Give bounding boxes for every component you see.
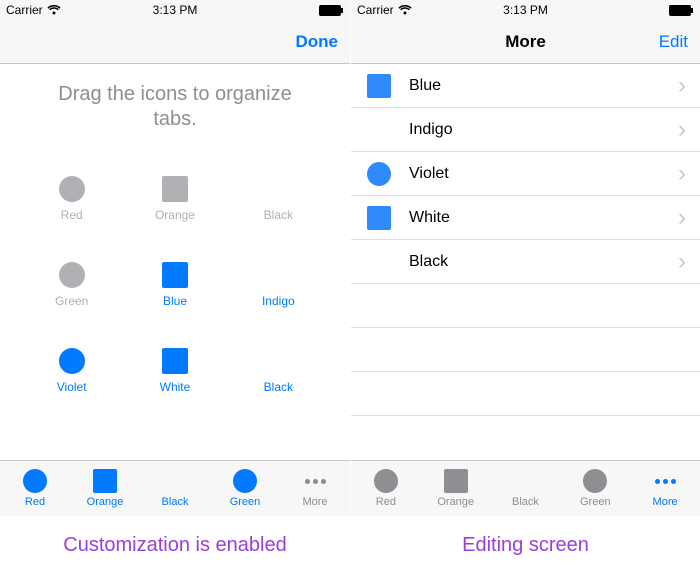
list-item-label: White [409, 209, 450, 227]
list-item-violet[interactable]: Violet › [351, 152, 700, 196]
phone-left: Carrier 3:13 PM Done Drag the icons to o… [0, 0, 350, 516]
tab-red[interactable]: Red [351, 461, 421, 516]
left-panel: Carrier 3:13 PM Done Drag the icons to o… [0, 0, 350, 563]
grid-item-white[interactable]: White [123, 328, 226, 414]
status-bar: Carrier 3:13 PM [351, 0, 700, 20]
grid-item-violet[interactable]: Violet [20, 328, 123, 414]
list-item-label: Black [409, 253, 448, 271]
grid-item-red[interactable]: Red [20, 156, 123, 242]
tab-green[interactable]: Green [210, 461, 280, 516]
chevron-right-icon: › [678, 72, 686, 100]
done-button[interactable]: Done [296, 32, 339, 52]
list-item-white[interactable]: White › [351, 196, 700, 240]
tab-label: Green [580, 496, 611, 508]
caption-left: Customization is enabled [0, 534, 350, 557]
battery-icon [319, 5, 344, 16]
caption-right: Editing screen [351, 534, 700, 557]
grid-item-label: Red [61, 208, 83, 222]
tab-orange[interactable]: Orange [421, 461, 491, 516]
grid-item-label: Violet [57, 380, 87, 394]
tab-label: More [653, 496, 678, 508]
grid-item-label: Blue [163, 294, 187, 308]
chevron-right-icon: › [678, 116, 686, 144]
grid-item-label: Black [264, 380, 293, 394]
tab-label: Red [376, 496, 396, 508]
phone-right: Carrier 3:13 PM More Edit Blue›Indigo›Vi… [351, 0, 700, 516]
tab-bar: Red Orange Black Green More [351, 460, 700, 516]
list-item-label: Indigo [409, 121, 453, 139]
list-item-label: Violet [409, 165, 449, 183]
more-icon [305, 469, 326, 493]
grid-item-black[interactable]: Black [227, 156, 330, 242]
circle-icon [367, 162, 391, 186]
list-item-blue[interactable]: Blue › [351, 64, 700, 108]
grid-item-label: Indigo [262, 294, 295, 308]
grid-item-green[interactable]: Green [20, 242, 123, 328]
tab-red[interactable]: Red [0, 461, 70, 516]
list-item-black[interactable]: Black › [351, 240, 700, 284]
instruction-text: Drag the icons to organize tabs. [0, 64, 350, 156]
square-icon [367, 206, 391, 230]
grid-item-label: White [160, 380, 191, 394]
edit-button[interactable]: Edit [659, 32, 688, 52]
square-icon [367, 74, 391, 98]
chevron-right-icon: › [678, 160, 686, 188]
grid-item-label: Black [264, 208, 293, 222]
tab-label: Orange [437, 496, 474, 508]
tab-label: Red [25, 496, 45, 508]
more-list: Blue › Indigo › Violet › White › Black › [351, 64, 700, 460]
battery-icon [669, 5, 694, 16]
tab-label: Orange [87, 496, 124, 508]
chevron-right-icon: › [678, 248, 686, 276]
nav-bar: Done [0, 20, 350, 64]
list-item-label: Blue [409, 77, 441, 95]
wifi-icon [398, 5, 412, 15]
more-icon [655, 469, 676, 493]
grid-item-indigo[interactable]: Indigo [227, 242, 330, 328]
tab-label: Black [162, 496, 189, 508]
tab-label: Black [512, 496, 539, 508]
tab-green[interactable]: Green [560, 461, 630, 516]
grid-item-label: Orange [155, 208, 195, 222]
empty-row [351, 284, 700, 328]
nav-bar: More Edit [351, 20, 700, 64]
tab-bar: Red Orange Black Green More [0, 460, 350, 516]
right-panel: Carrier 3:13 PM More Edit Blue›Indigo›Vi… [350, 0, 700, 563]
tab-more[interactable]: More [630, 461, 700, 516]
grid-item-label: Green [55, 294, 88, 308]
list-item-indigo[interactable]: Indigo › [351, 108, 700, 152]
carrier-label: Carrier [357, 3, 394, 17]
icon-grid: Red Orange Black Green Blue Indigo Violet White… [0, 156, 350, 460]
tab-more[interactable]: More [280, 461, 350, 516]
status-bar: Carrier 3:13 PM [0, 0, 350, 20]
grid-item-black[interactable]: Black [227, 328, 330, 414]
carrier-label: Carrier [6, 3, 43, 17]
tab-black[interactable]: Black [140, 461, 210, 516]
grid-item-orange[interactable]: Orange [123, 156, 226, 242]
empty-row [351, 372, 700, 416]
tab-orange[interactable]: Orange [70, 461, 140, 516]
tab-label: More [302, 496, 327, 508]
page-title: More [351, 32, 700, 52]
tab-label: Green [230, 496, 261, 508]
grid-item-blue[interactable]: Blue [123, 242, 226, 328]
chevron-right-icon: › [678, 204, 686, 232]
empty-row [351, 328, 700, 372]
wifi-icon [47, 5, 61, 15]
tab-black[interactable]: Black [491, 461, 561, 516]
